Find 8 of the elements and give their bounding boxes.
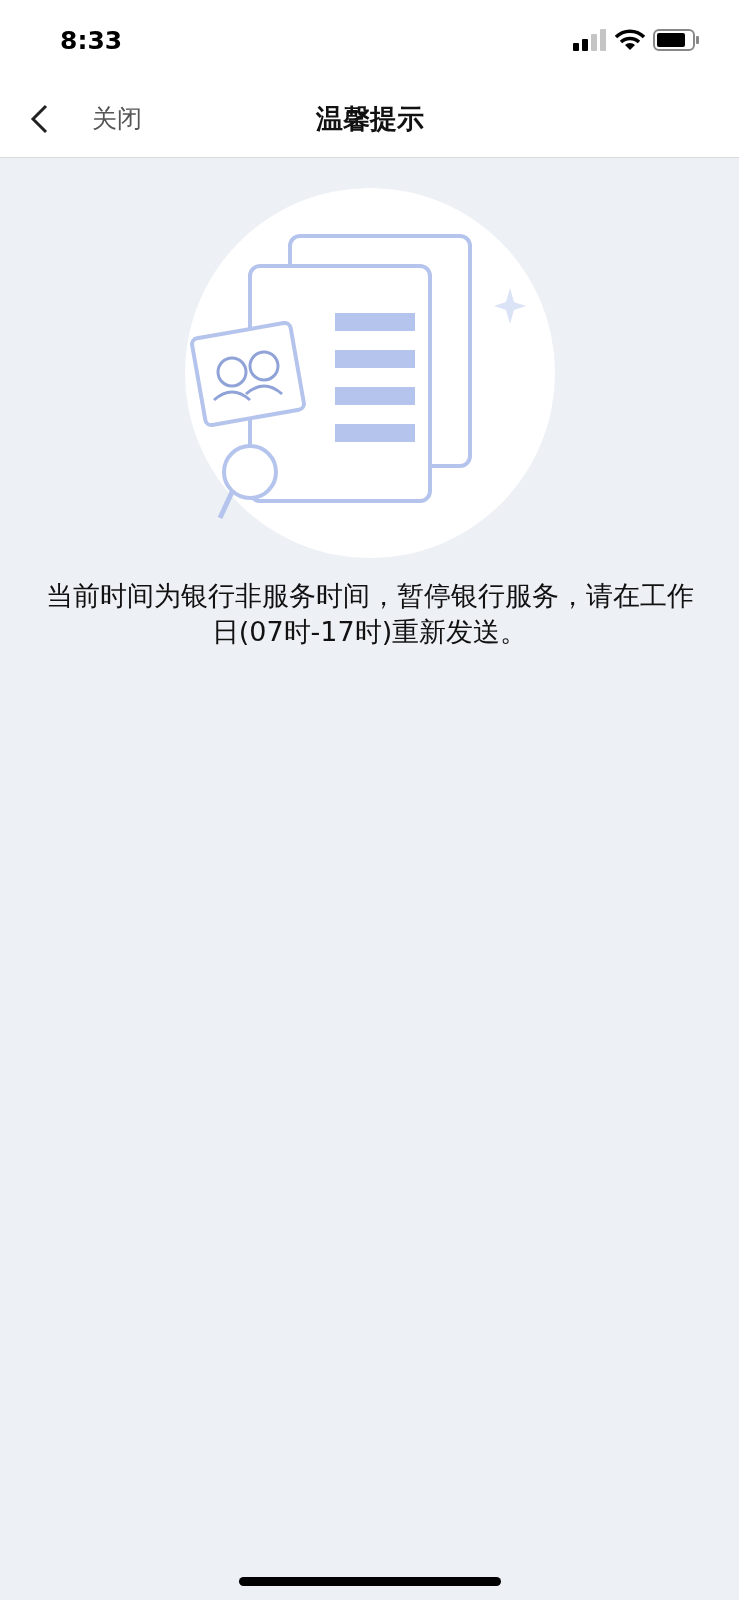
close-button[interactable]: 关闭 [92, 102, 142, 135]
status-time: 8:33 [60, 25, 123, 55]
wifi-icon [615, 29, 645, 51]
page-title: 温馨提示 [315, 101, 424, 136]
back-icon[interactable] [28, 103, 50, 134]
signal-icon [573, 29, 607, 51]
notice-message: 当前时间为银行非服务时间，暂停银行服务，请在工作日(07时-17时)重新发送。 [44, 579, 695, 649]
battery-icon [653, 29, 699, 51]
